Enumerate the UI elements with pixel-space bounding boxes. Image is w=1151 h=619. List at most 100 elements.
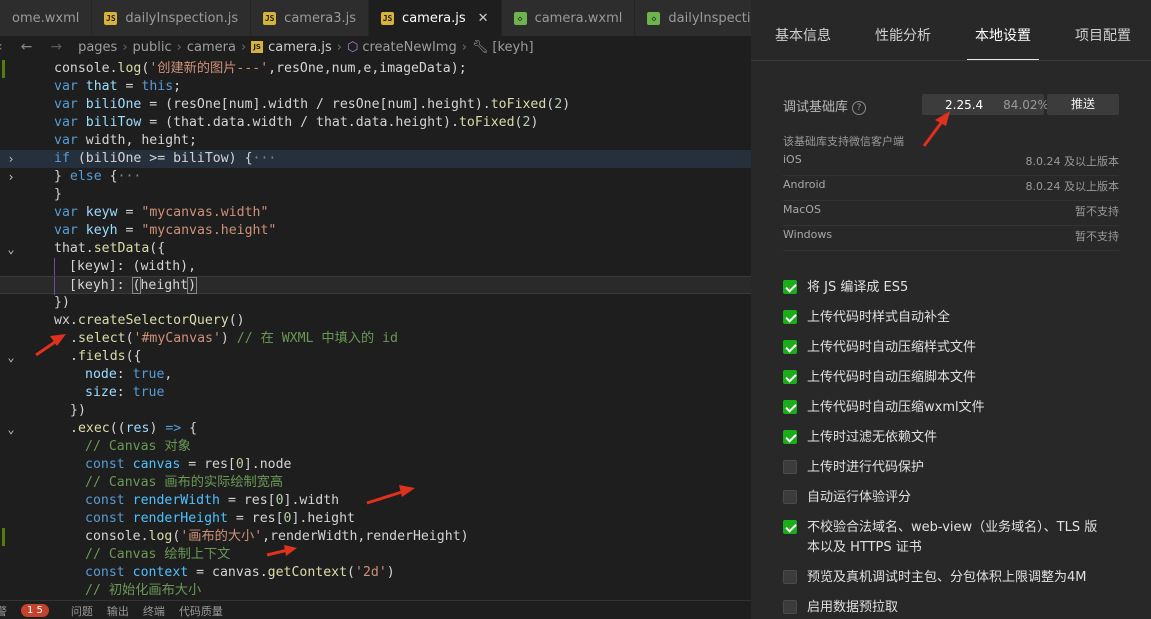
- platform-value: 8.0.24 及以上版本: [1025, 180, 1119, 193]
- checkbox[interactable]: [783, 570, 797, 584]
- fold-chevron-icon[interactable]: ›: [0, 168, 22, 186]
- fold-chevron-down-icon[interactable]: ⌄: [0, 348, 22, 366]
- tab-camera-js[interactable]: JS camera.js ✕: [369, 0, 502, 36]
- option-label: 上传时进行代码保护: [807, 460, 925, 475]
- wxml-file-icon: ◇: [513, 11, 527, 25]
- tab-output[interactable]: 输出: [107, 603, 129, 619]
- close-icon[interactable]: ✕: [478, 11, 489, 26]
- tab-home-wxml[interactable]: ome.wxml: [0, 0, 93, 36]
- checkbox[interactable]: [783, 520, 797, 534]
- code-line: ⌄ that.setData({: [0, 240, 751, 258]
- breadcrumb-item[interactable]: pages: [78, 40, 117, 55]
- wrench-icon: 🔧︎: [471, 39, 489, 55]
- problem-count-badge: 1 5: [21, 604, 49, 617]
- js-file-icon: JS: [104, 11, 118, 25]
- code-line: [keyw]: (width),: [0, 258, 751, 276]
- code-line: var that = this;: [54, 79, 182, 94]
- option-label: 自动运行体验评分: [807, 490, 912, 505]
- checkbox[interactable]: [783, 340, 797, 354]
- code-line: const context = canvas.getContext('2d'): [85, 565, 395, 580]
- checkbox[interactable]: [783, 310, 797, 324]
- breadcrumb-item[interactable]: camera: [187, 40, 236, 55]
- code-line-folded[interactable]: ›} else {···: [0, 168, 751, 186]
- js-file-icon: JS: [251, 41, 264, 53]
- help-icon[interactable]: ?: [852, 100, 867, 115]
- code-line: // Canvas 对象: [85, 439, 191, 454]
- platform-name: Android: [783, 178, 826, 191]
- checkbox[interactable]: [783, 280, 797, 294]
- chevron-left-icon[interactable]: ‹: [0, 39, 3, 55]
- tab-label: dailyInspection.wx: [668, 10, 751, 26]
- option-label: 不校验合法域名、web-view（业务域名）、TLS 版本以及 HTTPS 证书: [807, 520, 1098, 555]
- code-line-folded[interactable]: › if (biliOne >= biliTow) {···: [0, 150, 751, 168]
- option-label: 上传代码时自动压缩样式文件: [807, 340, 977, 355]
- platform-name: iOS: [783, 153, 802, 166]
- base-library-text: 调试基础库: [783, 100, 849, 115]
- forward-arrow-icon[interactable]: →: [50, 39, 62, 55]
- editor-tab-bar: ome.wxml JS dailyInspection.js JS camera…: [0, 0, 751, 36]
- code-line: ⌄ .exec((res) => {: [0, 420, 751, 438]
- platform-value: 8.0.24 及以上版本: [1025, 155, 1119, 168]
- warning-label: 警: [0, 604, 7, 618]
- tab-performance[interactable]: 性能分析: [875, 0, 931, 60]
- code-line: // 初始化画布大小: [85, 583, 202, 598]
- option-label: 上传代码时自动压缩wxml文件: [807, 400, 985, 415]
- code-line: }): [70, 403, 86, 418]
- tab-label: dailyInspection.js: [125, 10, 239, 26]
- fold-chevron-icon[interactable]: ›: [0, 150, 22, 168]
- tab-camera3-js[interactable]: JS camera3.js: [251, 0, 370, 36]
- code-line: // Canvas 绘制上下文: [85, 547, 231, 562]
- js-file-icon: JS: [263, 11, 277, 25]
- fold-chevron-down-icon[interactable]: ⌄: [0, 420, 22, 438]
- checkbox[interactable]: [783, 600, 797, 614]
- breadcrumb-item[interactable]: camera.js: [268, 40, 332, 55]
- tab-local-settings[interactable]: 本地设置: [967, 0, 1039, 60]
- base-library-select[interactable]: 2.25.4 84.02%: [922, 94, 1049, 115]
- platform-row: MacOS 暂不支持: [783, 200, 1119, 226]
- breadcrumb: ‹ ← → pages › public › camera › JS camer…: [0, 36, 751, 58]
- tab-camera-wxml[interactable]: ◇ camera.wxml: [501, 0, 636, 36]
- tab-project-config[interactable]: 项目配置: [1075, 0, 1131, 60]
- checkbox[interactable]: [783, 370, 797, 384]
- fold-chevron-down-icon[interactable]: ⌄: [0, 240, 22, 258]
- tab-label: ome.wxml: [12, 10, 80, 26]
- code-line: console.log('创建新的图片---',resOne,num,e,ima…: [54, 61, 467, 76]
- tab-label: camera.wxml: [534, 10, 623, 26]
- code-area[interactable]: console.log('创建新的图片---',resOne,num,e,ima…: [0, 60, 751, 600]
- breadcrumb-item[interactable]: createNewImg: [362, 40, 456, 55]
- tab-label: camera.js: [402, 10, 466, 26]
- base-library-version: 2.25.4: [945, 97, 984, 112]
- option-label: 上传时过滤无依赖文件: [807, 430, 938, 445]
- option-label: 上传代码时自动压缩脚本文件: [807, 370, 977, 385]
- back-arrow-icon[interactable]: ←: [21, 39, 33, 55]
- checkbox[interactable]: [783, 460, 797, 474]
- checkbox[interactable]: [783, 490, 797, 504]
- option-label: 预览及真机调试时主包、分包体积上限调整为4M: [807, 570, 1087, 585]
- code-line: var keyw = "mycanvas.width": [54, 205, 269, 220]
- code-line: }): [54, 295, 70, 310]
- checkbox[interactable]: [783, 400, 797, 414]
- code-line: wx.createSelectorQuery(): [54, 313, 245, 328]
- code-line: node: true,: [85, 367, 173, 382]
- tab-terminal[interactable]: 终端: [143, 603, 165, 619]
- code-line: var width, height;: [54, 133, 197, 148]
- tab-basic-info[interactable]: 基本信息: [775, 0, 831, 60]
- code-line: const renderWidth = res[0].width: [85, 493, 340, 508]
- push-button[interactable]: 推送: [1047, 94, 1119, 115]
- platform-row: iOS 8.0.24 及以上版本: [783, 150, 1119, 176]
- details-tab-bar: 基本信息 性能分析 本地设置 项目配置: [751, 0, 1151, 61]
- code-line: .select('#myCanvas') // 在 WXML 中填入的 id: [70, 331, 398, 346]
- tab-dailyinspection-wxml[interactable]: ◇ dailyInspection.wx: [635, 0, 751, 36]
- breadcrumb-item[interactable]: [keyh]: [492, 40, 533, 55]
- code-line: // Canvas 画布的实际绘制宽高: [85, 475, 284, 490]
- tab-code-quality[interactable]: 代码质量: [179, 603, 223, 619]
- tab-dailyinspection-js[interactable]: JS dailyInspection.js: [92, 0, 252, 36]
- checkbox[interactable]: [783, 430, 797, 444]
- platform-name: MacOS: [783, 203, 821, 216]
- option-label: 启用数据预拉取: [807, 600, 899, 615]
- code-line: var biliOne = (resOne[num].width / resOn…: [54, 97, 571, 112]
- platform-row: Windows 暂不支持: [783, 225, 1119, 251]
- panel-tab-bar: 警 1 5 问题 输出 终端 代码质量: [0, 600, 751, 619]
- breadcrumb-item[interactable]: public: [133, 40, 172, 55]
- tab-problems[interactable]: 问题: [71, 603, 93, 619]
